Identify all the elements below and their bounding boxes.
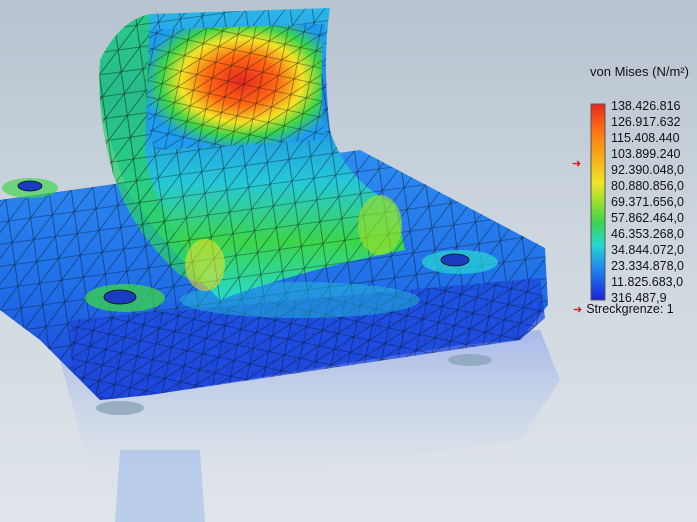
legend-tick: 34.844.072,0 bbox=[611, 243, 684, 257]
legend-tick: 92.390.048,0 bbox=[611, 163, 684, 177]
arrow-right-icon: ➜ bbox=[573, 304, 583, 316]
yield-strength-label: Streckgrenze: 1 bbox=[586, 302, 674, 316]
legend-tick: 57.862.464,0 bbox=[611, 211, 684, 225]
stress-colorbar bbox=[590, 103, 606, 301]
legend-tick: 103.899.240 bbox=[611, 147, 681, 161]
legend-tick: 138.426.816 bbox=[611, 99, 681, 113]
legend-tick: 23.334.878,0 bbox=[611, 259, 684, 273]
legend-title: von Mises (N/m²) bbox=[590, 64, 689, 79]
legend-tick: 46.353.268,0 bbox=[611, 227, 684, 241]
legend-tick: 115.408.440 bbox=[611, 131, 680, 145]
legend-tick: 80.880.856,0 bbox=[611, 179, 684, 193]
legend-tick: 126.917.632 bbox=[611, 115, 681, 129]
legend-tick: 11.825.683,0 bbox=[611, 275, 684, 289]
yield-strength-row: ➜ Streckgrenze: 1 bbox=[573, 302, 674, 316]
legend-tick: 69.371.656,0 bbox=[611, 195, 684, 209]
yield-marker-arrow-icon: ➜ bbox=[572, 158, 582, 170]
